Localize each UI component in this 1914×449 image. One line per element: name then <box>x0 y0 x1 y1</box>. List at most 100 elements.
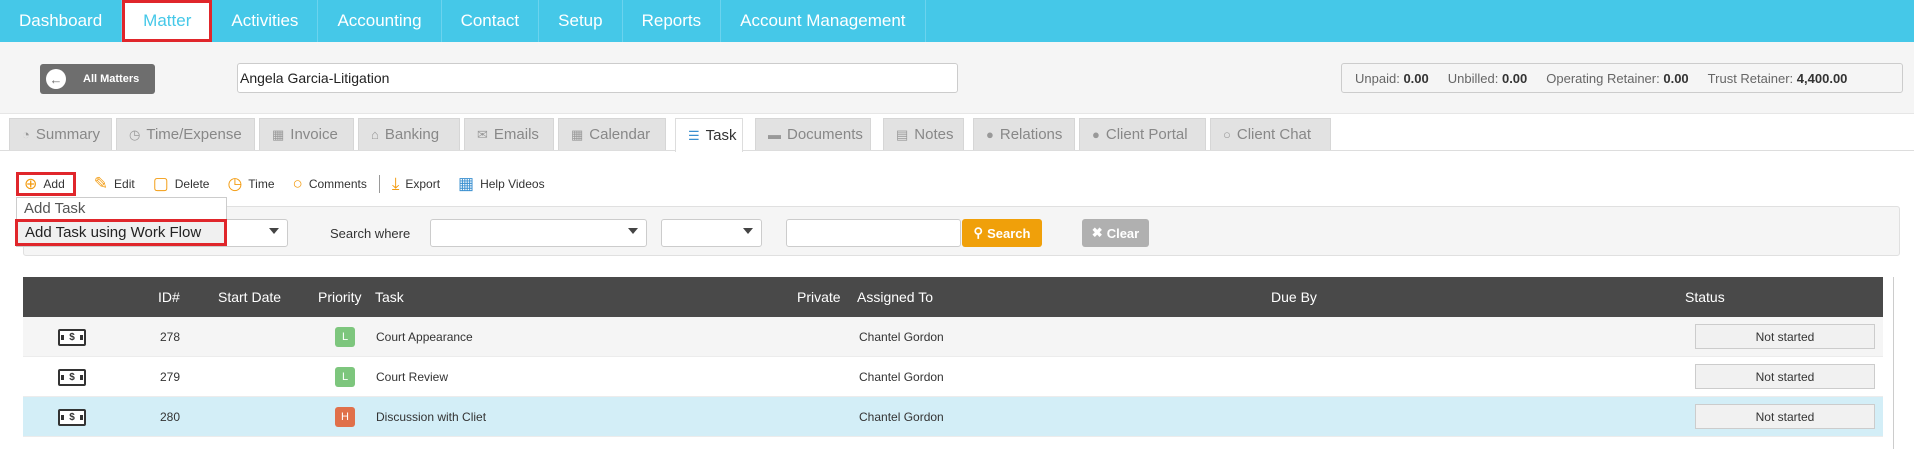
tab-time-expense[interactable]: ◷ Time/Expense <box>116 118 255 150</box>
tab-invoice[interactable]: ▦ Invoice <box>259 118 354 150</box>
task-table: ID# Start Date Priority Task Private Ass… <box>23 277 1883 437</box>
arrow-left-icon: ← <box>46 69 66 89</box>
task-toolbar: ⊕ Add ✎ Edit ▢ Delete ◷ Time ○ Comments ⤓ Expo… <box>16 172 563 196</box>
search-where-select[interactable] <box>430 219 647 247</box>
comments-button[interactable]: ○ Comments <box>293 174 367 194</box>
col-id[interactable]: ID# <box>158 289 180 305</box>
all-matters-button[interactable]: ← All Matters <box>40 64 155 94</box>
table-header: ID# Start Date Priority Task Private Ass… <box>23 277 1883 317</box>
col-due-by[interactable]: Due By <box>1271 289 1317 305</box>
comments-icon: ○ <box>292 174 303 193</box>
edit-button[interactable]: ✎ Edit <box>94 174 135 194</box>
menu-item-add-task-workflow[interactable]: Add Task using Work Flow <box>15 219 227 246</box>
download-icon: ⤓ <box>391 174 400 193</box>
row-task: Court Appearance <box>376 330 473 344</box>
col-priority[interactable]: Priority <box>318 289 362 305</box>
row-assigned-to: Chantel Gordon <box>859 330 944 344</box>
nav-dashboard[interactable]: Dashboard <box>0 0 123 42</box>
time-button[interactable]: ◷ Time <box>227 174 274 194</box>
tasks-icon: ☰ <box>688 127 700 143</box>
money-bill-icon[interactable]: $ <box>58 409 86 426</box>
tab-notes[interactable]: ▤ Notes <box>883 118 964 150</box>
tab-client-chat[interactable]: ○ Client Chat <box>1210 118 1331 150</box>
nav-matter[interactable]: Matter <box>122 0 213 42</box>
plus-circle-icon: ⊕ <box>24 176 38 193</box>
nav-contact[interactable]: Contact <box>442 0 540 42</box>
priority-badge: L <box>335 367 355 387</box>
table-row[interactable]: $ 278 L Court Appearance Chantel Gordon … <box>23 317 1883 357</box>
menu-item-add-task[interactable]: Add Task <box>17 198 226 220</box>
add-dropdown-menu: Add Task Add Task using Work Flow <box>15 197 227 247</box>
matter-name-input[interactable] <box>237 63 958 93</box>
row-task: Court Review <box>376 370 449 384</box>
row-task: Discussion with Cliet <box>376 410 487 424</box>
tab-summary[interactable]: ◔ Summary <box>9 118 112 150</box>
dashboard-icon: ◔ <box>22 127 30 142</box>
user-key-icon: ● <box>1092 127 1100 142</box>
export-button[interactable]: ⤓ Export <box>392 174 440 194</box>
chevron-down-icon <box>628 228 638 234</box>
col-status[interactable]: Status <box>1685 289 1725 305</box>
operator-select[interactable] <box>661 219 762 247</box>
col-start-date[interactable]: Start Date <box>218 289 281 305</box>
file-icon: ▤ <box>896 126 909 142</box>
row-id: 280 <box>160 410 181 424</box>
tab-calendar[interactable]: ▦ Calendar <box>558 118 666 150</box>
row-assigned-to: Chantel Gordon <box>859 410 944 424</box>
nav-account-management[interactable]: Account Management <box>721 0 926 42</box>
operating-retainer-balance: Operating Retainer: 0.00 <box>1546 70 1689 86</box>
table-row[interactable]: $ 279 L Court Review Chantel Gordon Not … <box>23 357 1883 397</box>
users-icon: ● <box>986 127 994 142</box>
search-text-input[interactable] <box>786 219 961 247</box>
calendar-icon: ▦ <box>571 126 584 142</box>
table-row[interactable]: $ 280 H Discussion with Cliet Chantel Go… <box>23 397 1883 437</box>
col-assigned-to[interactable]: Assigned To <box>857 289 933 305</box>
matter-tabs: ◔ Summary ◷ Time/Expense ▦ Invoice ⌂ Banking… <box>0 117 1914 152</box>
status-badge: Not started <box>1695 364 1875 389</box>
tab-relations[interactable]: ● Relations <box>973 118 1075 150</box>
folder-icon: ▬ <box>768 127 781 142</box>
search-where-label: Search where <box>330 226 411 241</box>
toolbar-divider <box>378 175 380 193</box>
clock-icon: ◷ <box>227 174 243 193</box>
clear-button[interactable]: ✖ Clear <box>1082 219 1149 247</box>
envelope-icon: ✉ <box>477 126 488 142</box>
row-id: 278 <box>160 330 181 344</box>
search-button[interactable]: ⚲ Search <box>962 219 1042 247</box>
matter-header: ← All Matters Unpaid: 0.00 Unbilled: 0.0… <box>0 42 1914 114</box>
nav-setup[interactable]: Setup <box>539 0 623 42</box>
nav-accounting[interactable]: Accounting <box>318 0 442 42</box>
close-icon: ✖ <box>1091 225 1103 240</box>
tab-emails[interactable]: ✉ Emails <box>464 118 554 150</box>
nav-reports[interactable]: Reports <box>623 0 722 42</box>
search-icon: ⚲ <box>973 225 984 240</box>
calculator-icon: ▦ <box>272 126 285 142</box>
status-badge: Not started <box>1695 324 1875 349</box>
clock-icon: ◷ <box>129 126 141 142</box>
bank-icon: ⌂ <box>371 127 379 142</box>
col-task[interactable]: Task <box>375 289 404 305</box>
priority-badge: L <box>335 327 355 347</box>
status-badge: Not started <box>1695 404 1875 429</box>
unbilled-balance: Unbilled: 0.00 <box>1447 70 1528 86</box>
row-id: 279 <box>160 370 181 384</box>
add-button[interactable]: ⊕ Add <box>16 172 76 196</box>
scrollbar-track[interactable] <box>1893 277 1894 449</box>
chevron-down-icon <box>743 228 753 234</box>
balances-summary: Unpaid: 0.00 Unbilled: 0.00 Operating Re… <box>1341 63 1903 93</box>
unpaid-balance: Unpaid: 0.00 <box>1355 70 1429 86</box>
tab-banking[interactable]: ⌂ Banking <box>358 118 460 150</box>
tab-task[interactable]: ☰ Task <box>675 118 743 152</box>
help-videos-button[interactable]: ▦ Help Videos <box>458 174 545 194</box>
nav-activities[interactable]: Activities <box>212 0 319 42</box>
delete-button[interactable]: ▢ Delete <box>153 174 210 194</box>
priority-badge: H <box>335 407 355 427</box>
trash-icon: ▢ <box>152 174 169 193</box>
money-bill-icon[interactable]: $ <box>58 329 86 346</box>
chat-icon: ○ <box>1223 127 1231 142</box>
col-private[interactable]: Private <box>797 289 841 305</box>
tab-documents[interactable]: ▬ Documents <box>755 118 871 150</box>
tab-client-portal[interactable]: ● Client Portal <box>1079 118 1206 150</box>
search-panel: Search where ⚲ Search ✖ Clear <box>23 206 1900 256</box>
money-bill-icon[interactable]: $ <box>58 369 86 386</box>
